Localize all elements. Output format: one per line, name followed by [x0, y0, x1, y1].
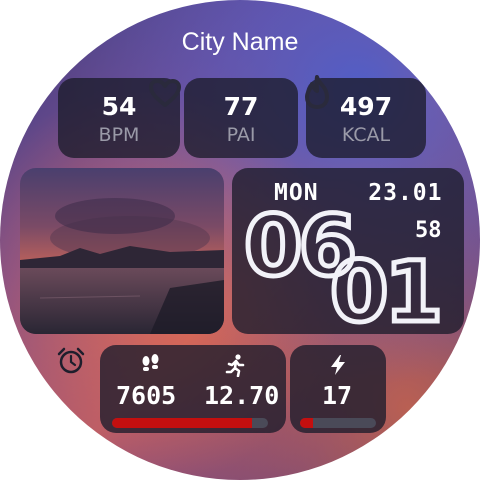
alarm-clock-icon[interactable] [56, 346, 86, 376]
battery-card[interactable]: 17 [290, 345, 386, 433]
pai-card[interactable]: 77 PAI [184, 78, 298, 158]
calories-label: KCAL [341, 124, 391, 146]
steps-progress-bar [112, 418, 268, 428]
lightning-icon [331, 355, 345, 375]
heart-icon [149, 79, 181, 107]
pai-label: PAI [226, 124, 256, 146]
watch-face: City Name 54 BPM 77 PAI 497 KCAL MON 23.… [0, 0, 480, 480]
battery-progress-bar [300, 418, 376, 428]
footsteps-icon [142, 354, 159, 371]
seconds: 58 [415, 218, 442, 243]
battery-value: 17 [322, 381, 353, 410]
pai-value: 77 [223, 92, 259, 121]
heart-rate-label: BPM [98, 124, 140, 146]
battery-progress-fill [300, 418, 313, 428]
distance-value: 12.70 [204, 381, 280, 410]
city-name[interactable]: City Name [0, 28, 480, 57]
sunset-photo [20, 168, 224, 334]
steps-progress-fill [112, 418, 253, 428]
activity-card[interactable]: 7605 12.70 [100, 345, 286, 433]
flame-icon [305, 75, 329, 109]
running-icon [225, 354, 245, 377]
day-month: 23.01 [368, 180, 443, 206]
minutes: 01 [328, 243, 446, 341]
steps-value: 7605 [116, 381, 177, 410]
